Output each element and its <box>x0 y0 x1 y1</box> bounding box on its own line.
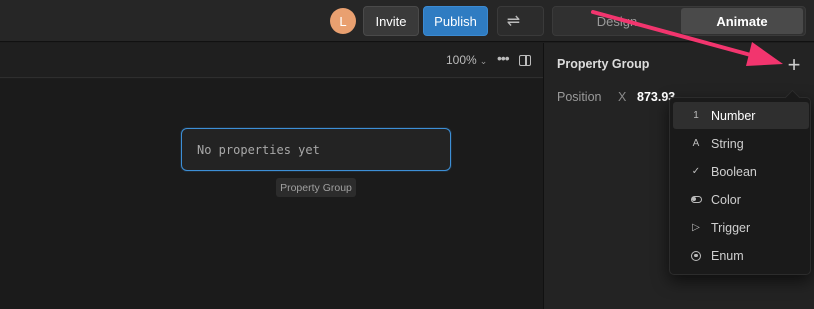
empty-state-text: No properties yet <box>197 142 320 157</box>
menu-item-trigger[interactable]: ▷ Trigger <box>673 214 809 241</box>
position-label: Position <box>557 90 602 104</box>
string-icon: A <box>692 138 700 149</box>
property-group-box[interactable]: No properties yet <box>181 128 451 171</box>
menu-item-label: String <box>711 136 744 151</box>
menu-item-label: Number <box>711 108 756 123</box>
menu-item-boolean[interactable]: ✓ Boolean <box>673 158 809 185</box>
property-type-menu: 1 Number A String ✓ Boolean Color ▷ Trig… <box>669 97 811 275</box>
plus-icon: + <box>787 52 801 77</box>
tab-animate[interactable]: Animate <box>681 8 803 34</box>
canvas[interactable] <box>0 79 543 309</box>
property-group-tag: Property Group <box>276 178 356 197</box>
zoom-select[interactable]: 100% ⌄ <box>446 53 487 67</box>
menu-item-color[interactable]: Color <box>673 186 809 213</box>
panel-title: Property Group <box>557 57 650 71</box>
swap-icon: ⇌ <box>506 13 521 30</box>
avatar-initial: L <box>339 13 347 29</box>
more-icon[interactable]: ••• <box>497 50 510 66</box>
radio-icon <box>688 250 704 261</box>
menu-item-label: Boolean <box>711 164 757 179</box>
chevron-down-icon: ⌄ <box>479 56 488 66</box>
menu-item-string[interactable]: A String <box>673 130 809 157</box>
mode-switch: Design Animate <box>552 6 806 36</box>
publish-button[interactable]: Publish <box>423 6 488 36</box>
swap-button[interactable]: ⇌ <box>497 6 544 36</box>
x-label: X <box>618 90 627 104</box>
top-bar: L Invite Publish ⇌ Design Animate <box>0 0 814 42</box>
play-icon: ▷ <box>692 222 700 233</box>
canvas-toolbar: 100% ⌄ ••• <box>0 43 543 78</box>
menu-item-label: Color <box>711 192 741 207</box>
tab-design[interactable]: Design <box>555 8 679 34</box>
menu-item-label: Trigger <box>711 220 751 235</box>
avatar[interactable]: L <box>330 8 356 34</box>
toggle-icon <box>688 196 704 203</box>
zoom-value: 100% <box>446 53 477 67</box>
menu-item-number[interactable]: 1 Number <box>673 102 809 129</box>
panel-layout-icon[interactable] <box>519 55 531 66</box>
menu-item-label: Enum <box>711 248 744 263</box>
number-icon: 1 <box>693 110 699 121</box>
menu-item-enum[interactable]: Enum <box>673 242 809 269</box>
check-icon: ✓ <box>691 166 701 177</box>
invite-button[interactable]: Invite <box>363 6 419 36</box>
add-property-button[interactable]: + <box>782 52 806 77</box>
